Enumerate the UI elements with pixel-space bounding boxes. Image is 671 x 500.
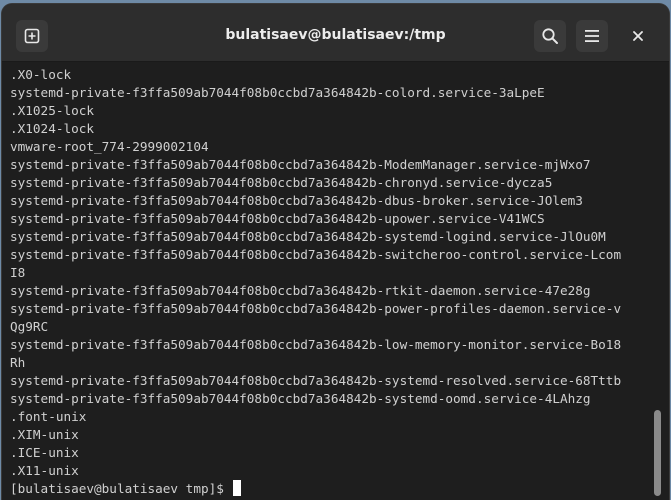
output-line: vmware-root_774-2999002104: [10, 139, 209, 154]
output-line: .X0-lock: [10, 67, 72, 82]
new-tab-icon: [24, 28, 40, 44]
output-line: systemd-private-f3ffa509ab7044f08b0ccbd7…: [10, 85, 545, 100]
close-button[interactable]: [626, 24, 650, 48]
output-line: systemd-private-f3ffa509ab7044f08b0ccbd7…: [10, 373, 622, 388]
shell-prompt: [bulatisaev@bulatisaev tmp]$: [10, 481, 232, 496]
output-line: systemd-private-f3ffa509ab7044f08b0ccbd7…: [10, 193, 583, 208]
main-menu-button[interactable]: [576, 20, 608, 52]
output-line: systemd-private-f3ffa509ab7044f08b0ccbd7…: [10, 175, 553, 190]
text-cursor: [232, 480, 241, 496]
output-line: systemd-private-f3ffa509ab7044f08b0ccbd7…: [10, 211, 545, 226]
output-line: systemd-private-f3ffa509ab7044f08b0ccbd7…: [10, 247, 622, 262]
search-icon: [542, 28, 558, 44]
output-line: systemd-private-f3ffa509ab7044f08b0ccbd7…: [10, 337, 622, 352]
new-tab-button[interactable]: [16, 20, 48, 52]
scrollbar-thumb[interactable]: [654, 410, 661, 496]
search-button[interactable]: [534, 20, 566, 52]
close-icon: [633, 31, 643, 41]
terminal-output[interactable]: .X0-lock systemd-private-f3ffa509ab7044f…: [2, 62, 650, 500]
output-line: systemd-private-f3ffa509ab7044f08b0ccbd7…: [10, 283, 591, 298]
output-line: .font-unix: [10, 409, 87, 424]
output-line: .X1024-lock: [10, 121, 95, 136]
output-line: .XIM-unix: [10, 427, 79, 442]
output-line: systemd-private-f3ffa509ab7044f08b0ccbd7…: [10, 391, 591, 406]
output-line: systemd-private-f3ffa509ab7044f08b0ccbd7…: [10, 301, 622, 316]
hamburger-menu-icon: [585, 30, 599, 42]
header-bar: bulatisaev@bulatisaev:/tmp: [2, 4, 669, 62]
output-line: Qg9RC: [10, 319, 49, 334]
output-line: systemd-private-f3ffa509ab7044f08b0ccbd7…: [10, 229, 606, 244]
output-line: systemd-private-f3ffa509ab7044f08b0ccbd7…: [10, 157, 591, 172]
output-line: Rh: [10, 355, 26, 370]
terminal-window: bulatisaev@bulatisaev:/tmp .X0-lock syst…: [2, 4, 669, 500]
prompt-line[interactable]: [bulatisaev@bulatisaev tmp]$: [10, 480, 650, 498]
output-line: .X1025-lock: [10, 103, 95, 118]
output-line: .X11-unix: [10, 463, 79, 478]
output-line: I8: [10, 265, 26, 280]
window-title: bulatisaev@bulatisaev:/tmp: [225, 27, 446, 43]
output-line: .ICE-unix: [10, 445, 79, 460]
